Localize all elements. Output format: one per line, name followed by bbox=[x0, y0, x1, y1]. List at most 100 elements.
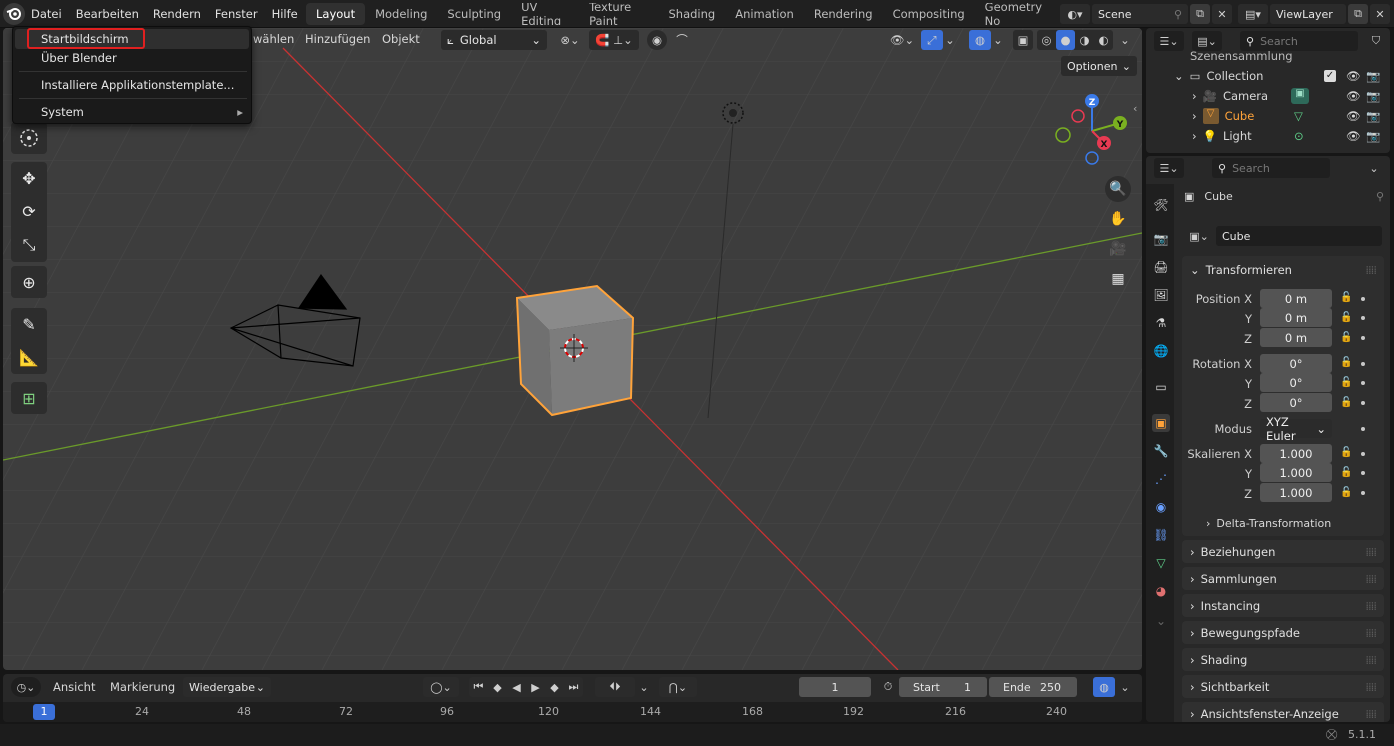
keyframe-dot-icon[interactable] bbox=[1361, 401, 1365, 405]
wireframe-shading-icon[interactable]: ◎ bbox=[1037, 30, 1056, 50]
keyframe-dot-icon[interactable] bbox=[1361, 362, 1365, 366]
render-tab-icon[interactable]: 📷 bbox=[1152, 230, 1170, 248]
menu-add[interactable]: Hinzufügen bbox=[305, 32, 370, 46]
eye-icon[interactable]: 👁 bbox=[1346, 89, 1361, 103]
new-viewlayer-icon[interactable]: ⧉ bbox=[1348, 4, 1368, 24]
3d-viewport[interactable]: wählen Hinzufügen Objekt ⟀ Global ⌄ ⊗⌄ 🧲… bbox=[3, 28, 1142, 670]
drag-handle-icon[interactable]: ⁞⁞⁞⁞ bbox=[1365, 680, 1377, 694]
position-z-field[interactable]: 0 m bbox=[1260, 328, 1332, 347]
perspective-grid-icon[interactable]: ▦ bbox=[1105, 266, 1131, 292]
lock-icon[interactable]: 🔓 bbox=[1340, 377, 1352, 388]
tab-uv-editing[interactable]: UV Editing bbox=[511, 3, 579, 25]
particles-tab-icon[interactable]: ⋰ bbox=[1152, 470, 1170, 488]
viewlayer-field[interactable]: ViewLayer bbox=[1270, 4, 1346, 24]
snap-timeline-icon[interactable]: ⋂⌄ bbox=[659, 677, 697, 697]
play-icon[interactable]: ▶ bbox=[526, 677, 545, 697]
outliner-item-cube[interactable]: › ▽ Cube ▽ 👁 📷 bbox=[1146, 106, 1390, 126]
lock-icon[interactable]: 🔓 bbox=[1340, 292, 1352, 303]
keyframe-dot-icon[interactable] bbox=[1361, 491, 1365, 495]
overlays-dropdown-icon[interactable]: ⌄ bbox=[991, 30, 1005, 50]
lock-icon[interactable]: 🔓 bbox=[1340, 467, 1352, 478]
position-x-field[interactable]: 0 m bbox=[1260, 289, 1332, 308]
outliner-item-light[interactable]: › 💡 Light ⊙ 👁 📷 bbox=[1146, 126, 1390, 146]
scene-tab-icon[interactable]: ⚗ bbox=[1152, 314, 1170, 332]
keyframe-dot-icon[interactable] bbox=[1361, 381, 1365, 385]
data-tab-icon[interactable]: ▽ bbox=[1152, 554, 1170, 572]
drag-handle-icon[interactable]: ⁞⁞⁞⁞ bbox=[1365, 653, 1377, 667]
sidebar-toggle-icon[interactable]: ‹ bbox=[1133, 102, 1137, 115]
cursor-tool-icon[interactable] bbox=[11, 122, 47, 154]
drag-handle-icon[interactable]: ⁞⁞⁞⁞ bbox=[1365, 545, 1377, 559]
tool-tab-icon[interactable]: 🛠 bbox=[1152, 196, 1170, 214]
camera-view-icon[interactable]: 🎥 bbox=[1105, 236, 1131, 262]
eye-icon[interactable]: 👁 bbox=[1346, 69, 1361, 83]
panel-collections[interactable]: › Sammlungen ⁞⁞⁞⁞ bbox=[1182, 567, 1384, 590]
annotate-tool-icon[interactable]: ✎ bbox=[22, 315, 35, 334]
overlay-toggle-icon[interactable]: ◍ bbox=[1093, 677, 1115, 697]
lock-icon[interactable]: 🔓 bbox=[1340, 397, 1352, 408]
panel-viewport-display[interactable]: › Ansichtsfenster-Anzeige ⁞⁞⁞⁞ bbox=[1182, 702, 1384, 722]
camera-render-icon[interactable]: 📷 bbox=[1366, 69, 1380, 83]
menu-view[interactable]: Ansicht bbox=[53, 680, 95, 694]
menu-item-about-blender[interactable]: Über Blender bbox=[15, 48, 249, 68]
panel-relations[interactable]: › Beziehungen ⁞⁞⁞⁞ bbox=[1182, 540, 1384, 563]
menu-datei[interactable]: Datei bbox=[24, 0, 69, 28]
options-dropdown[interactable]: Optionen ⌄ bbox=[1061, 56, 1137, 76]
measure-tool-icon[interactable]: 📐 bbox=[19, 348, 39, 367]
current-frame-marker[interactable]: 1 bbox=[33, 704, 55, 720]
keyframe-dot-icon[interactable] bbox=[1361, 336, 1365, 340]
material-shading-icon[interactable]: ◑ bbox=[1075, 30, 1094, 50]
scale-y-field[interactable]: 1.000 bbox=[1260, 463, 1332, 482]
modifier-tab-icon[interactable]: 🔧 bbox=[1152, 442, 1170, 460]
xray-icon[interactable]: ▣ bbox=[1013, 30, 1033, 50]
chevron-down-icon[interactable]: ⌄ bbox=[1364, 158, 1384, 178]
stopwatch-icon[interactable]: ⏱ bbox=[879, 677, 897, 697]
lock-icon[interactable]: 🔓 bbox=[1340, 357, 1352, 368]
transform-panel-header[interactable]: ⌄ Transformieren ⁞⁞⁞⁞ bbox=[1182, 258, 1384, 281]
rotation-y-field[interactable]: 0° bbox=[1260, 373, 1332, 392]
camera-render-icon[interactable]: 📷 bbox=[1366, 89, 1380, 103]
constraints-tab-icon[interactable]: ⛓ bbox=[1152, 526, 1170, 544]
proportional-edit-icon[interactable]: ◉ bbox=[647, 30, 667, 50]
keyframe-dot-icon[interactable] bbox=[1361, 452, 1365, 456]
remove-viewlayer-icon[interactable]: ✕ bbox=[1370, 4, 1390, 24]
chevron-right-icon[interactable]: › bbox=[1192, 109, 1197, 123]
menu-bearbeiten[interactable]: Bearbeiten bbox=[69, 0, 146, 28]
add-cube-tool-icon[interactable]: ⊞ bbox=[11, 382, 47, 414]
autokey-icon[interactable]: ◯⌄ bbox=[423, 677, 459, 697]
prev-keyframe-icon[interactable]: ◆ bbox=[488, 677, 507, 697]
outliner-item-camera[interactable]: › 🎥 Camera ▣ 👁 📷 bbox=[1146, 86, 1390, 106]
checkbox-icon[interactable]: ✓ bbox=[1324, 70, 1336, 82]
blender-logo-icon[interactable] bbox=[3, 3, 25, 25]
world-tab-icon[interactable]: 🌐 bbox=[1152, 342, 1170, 360]
tab-compositing[interactable]: Compositing bbox=[883, 3, 975, 25]
start-frame-field[interactable]: Start 1 bbox=[899, 677, 987, 697]
snap-icon[interactable]: 🧲 ⊥⌄ bbox=[589, 30, 639, 50]
physics-tab-icon[interactable]: ◉ bbox=[1152, 498, 1170, 516]
scene-collection-row[interactable]: Szenensammlung bbox=[1146, 46, 1390, 66]
viewlayer-selector-icon[interactable]: ▤▾ bbox=[1238, 4, 1268, 24]
playback-dropdown[interactable]: Wiedergabe ⌄ bbox=[183, 677, 271, 697]
camera-render-icon[interactable]: 📷 bbox=[1366, 129, 1380, 143]
tab-geometry-nodes[interactable]: Geometry No bbox=[975, 3, 1056, 25]
keyframe-dot-icon[interactable] bbox=[1361, 471, 1365, 475]
navigation-gizmo[interactable]: Z Y X bbox=[1049, 88, 1135, 174]
tab-sculpting[interactable]: Sculpting bbox=[437, 3, 511, 25]
zoom-icon[interactable]: 🔍 bbox=[1105, 176, 1131, 202]
menu-item-system[interactable]: System ▸ bbox=[15, 102, 249, 122]
lock-icon[interactable]: 🔓 bbox=[1340, 332, 1352, 343]
falloff-icon[interactable]: ⌒ bbox=[669, 30, 695, 50]
lock-icon[interactable]: 🔓 bbox=[1340, 487, 1352, 498]
drag-handle-icon[interactable]: ⁞⁞⁞⁞ bbox=[1365, 707, 1377, 721]
eye-icon[interactable]: 👁 bbox=[1346, 129, 1361, 143]
lock-icon[interactable]: 🔓 bbox=[1340, 312, 1352, 323]
scale-tool-icon[interactable]: ⤡ bbox=[23, 235, 36, 255]
position-y-field[interactable]: 0 m bbox=[1260, 308, 1332, 327]
panel-motion-paths[interactable]: › Bewegungspfade ⁞⁞⁞⁞ bbox=[1182, 621, 1384, 644]
rotation-z-field[interactable]: 0° bbox=[1260, 393, 1332, 412]
pivot-icon[interactable]: ⊗⌄ bbox=[555, 30, 585, 50]
drag-handle-icon[interactable]: ⁞⁞⁞⁞ bbox=[1365, 572, 1377, 586]
object-browse-icon[interactable]: ▣⌄ bbox=[1184, 226, 1214, 246]
next-keyframe-icon[interactable]: ◆ bbox=[545, 677, 564, 697]
shading-dropdown-icon[interactable]: ⌄ bbox=[1117, 30, 1133, 50]
